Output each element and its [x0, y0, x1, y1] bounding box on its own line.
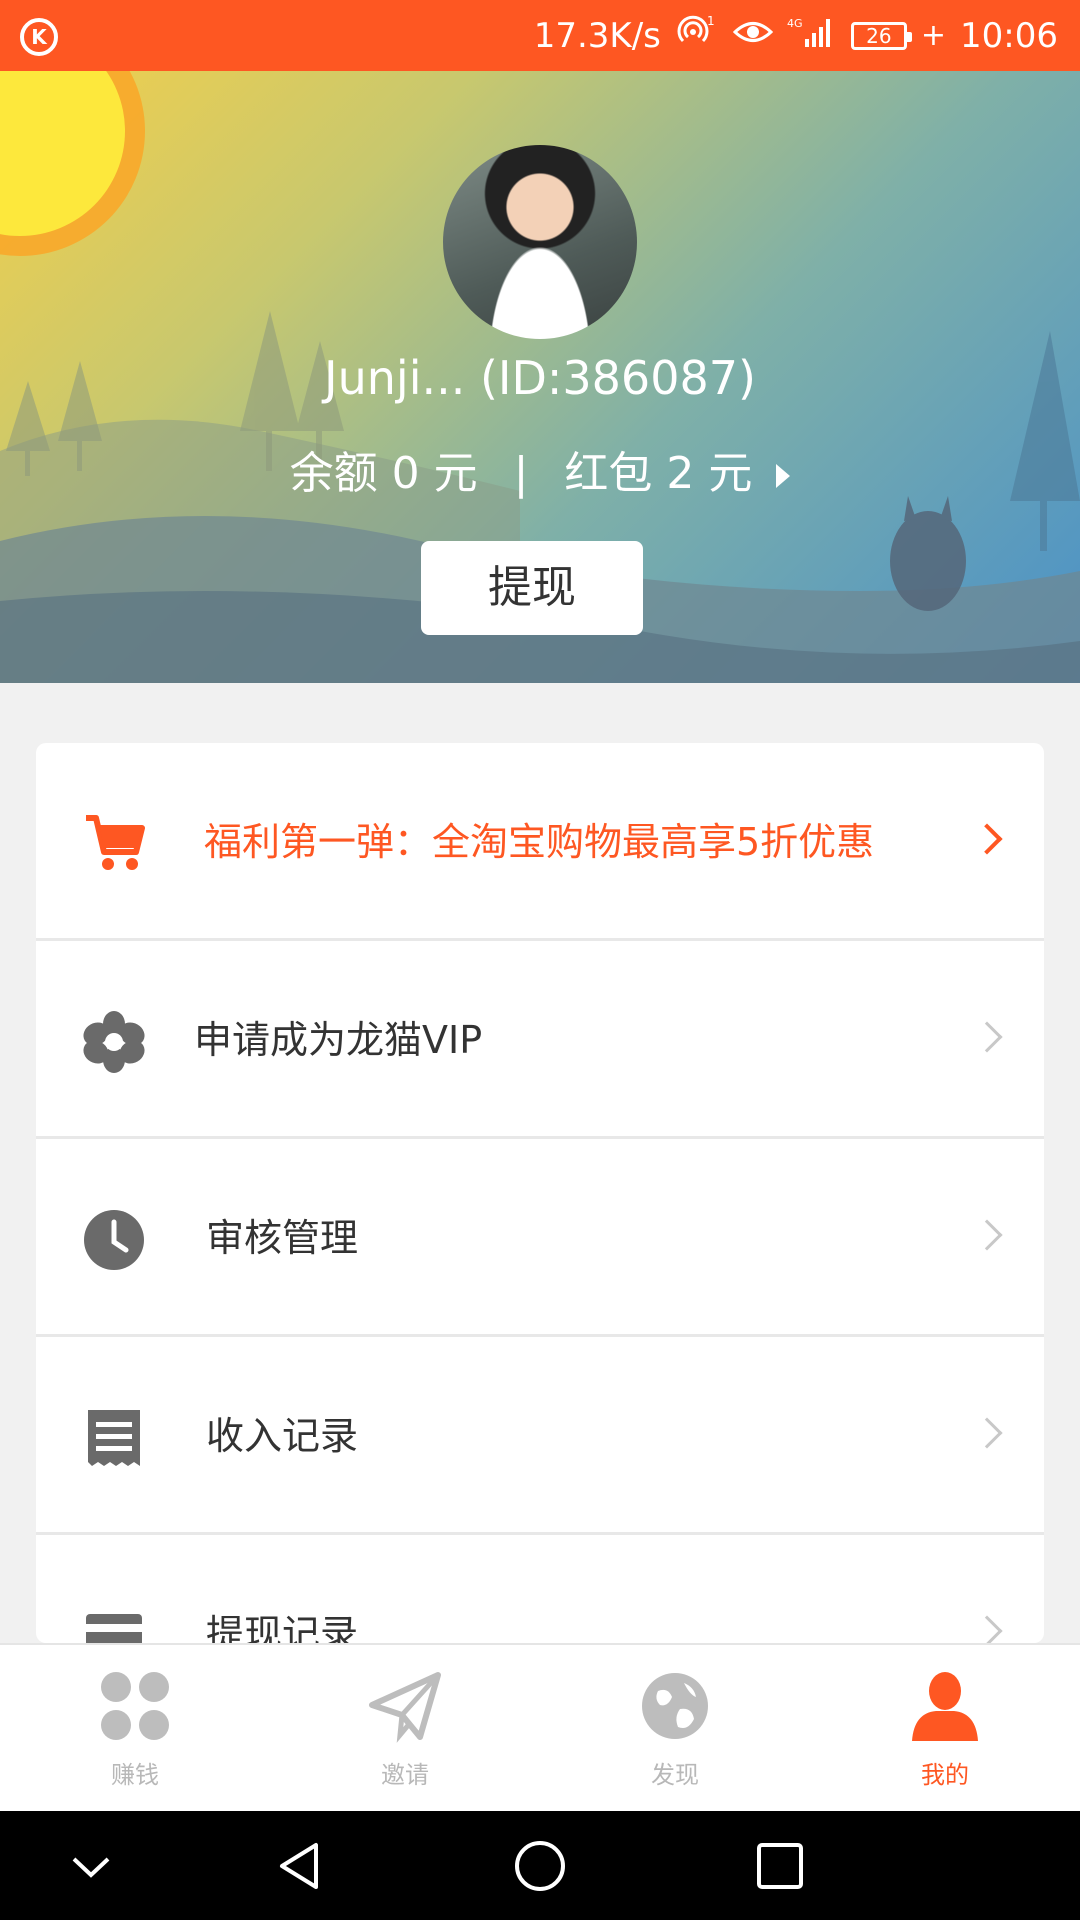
hotspot-icon: 1 [675, 14, 719, 57]
bottom-navigation: 赚钱 邀请 发现 我的 [0, 1643, 1080, 1811]
clock-time: 10:06 [960, 15, 1058, 56]
card-icon [86, 1614, 142, 1643]
nav-label: 邀请 [381, 1761, 429, 1789]
balance-label: 余额 0 元 [289, 448, 478, 499]
eye-icon [732, 17, 774, 55]
nav-item-invite[interactable]: 邀请 [270, 1645, 540, 1811]
network-type-label: 4G [787, 17, 803, 30]
chevron-right-icon [971, 1021, 1003, 1053]
recents-icon[interactable] [753, 1839, 807, 1893]
sun-icon [0, 71, 145, 256]
grid-dots-icon [101, 1672, 169, 1740]
menu-item-promo[interactable]: 福利第一弹：全淘宝购物最高享5折优惠 [36, 743, 1044, 941]
balance-row[interactable]: 余额 0 元 | 红包 2 元 [0, 437, 1080, 501]
menu-item-review[interactable]: 审核管理 [36, 1139, 1044, 1337]
nav-label: 我的 [921, 1761, 969, 1789]
red-packet-label: 红包 2 元 [564, 448, 753, 499]
network-speed: 17.3K/s [533, 15, 661, 56]
chevron-right-icon [971, 823, 1003, 855]
nav-label: 发现 [651, 1761, 699, 1789]
nav-item-discover[interactable]: 发现 [540, 1645, 810, 1811]
cart-icon [86, 815, 145, 870]
menu-item-label: 申请成为龙猫VIP [194, 1018, 483, 1062]
app-notification-icon: K [20, 18, 58, 56]
menu-item-income[interactable]: 收入记录 [36, 1337, 1044, 1535]
menu-list: 福利第一弹：全淘宝购物最高享5折优惠 申请成为龙猫VIP 审核管理 收入记录 提… [36, 743, 1044, 1643]
chevron-right-icon [971, 1219, 1003, 1251]
menu-item-label: 福利第一弹：全淘宝购物最高享5折优惠 [204, 820, 875, 864]
charging-icon: + [920, 18, 947, 53]
username: Junji... (ID:386087) [324, 351, 756, 405]
withdraw-button[interactable]: 提现 [421, 541, 643, 635]
person-icon [912, 1672, 978, 1741]
chevron-right-icon [971, 1615, 1003, 1643]
hotspot-badge: 1 [707, 15, 715, 28]
paper-plane-icon [369, 1672, 441, 1743]
menu-item-label: 提现记录 [206, 1612, 359, 1643]
menu-item-label: 收入记录 [206, 1414, 359, 1458]
chevron-right-icon [971, 1417, 1003, 1449]
receipt-icon [88, 1410, 140, 1466]
totoro-silhouette [890, 496, 966, 611]
clock-icon [84, 1210, 144, 1270]
cellular-signal-icon: 4G [787, 15, 837, 57]
system-navigation-bar [0, 1811, 1080, 1920]
back-icon[interactable] [274, 1839, 328, 1893]
profile-header: Junji... (ID:386087) 余额 0 元 | 红包 2 元 提现 [0, 71, 1080, 683]
menu-item-label: 审核管理 [206, 1216, 359, 1260]
balance-separator: | [513, 448, 529, 499]
status-right-group: 17.3K/s 1 4G 26 + 10:06 [534, 0, 1058, 71]
home-icon[interactable] [513, 1839, 567, 1893]
menu-item-withdraw-history[interactable]: 提现记录 [36, 1535, 1044, 1643]
globe-icon [642, 1673, 708, 1739]
nav-label: 赚钱 [111, 1761, 159, 1789]
status-bar: K 17.3K/s 1 4G 26 + 10:06 [0, 0, 1080, 71]
battery-icon: 26 [850, 21, 912, 50]
nav-item-earn[interactable]: 赚钱 [0, 1645, 270, 1811]
avatar[interactable] [443, 145, 637, 339]
chevron-down-icon[interactable] [64, 1839, 118, 1893]
menu-item-vip[interactable]: 申请成为龙猫VIP [36, 941, 1044, 1139]
caret-right-icon [776, 464, 791, 488]
nav-item-mine[interactable]: 我的 [810, 1645, 1080, 1811]
flower-icon [83, 1011, 145, 1073]
